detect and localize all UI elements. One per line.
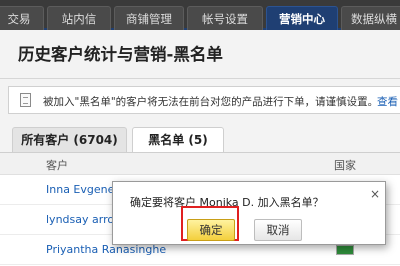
nav-tab-trade[interactable]: 交易: [0, 6, 44, 30]
page-title: 历史客户统计与营销-黑名单: [18, 45, 223, 64]
tab-blacklist[interactable]: 黑名单 (5): [132, 127, 224, 153]
customer-name-link[interactable]: Inna Evgenev: [46, 183, 121, 196]
nav-tab-data-analytics[interactable]: 数据纵横: [341, 6, 400, 30]
document-icon: [20, 93, 31, 107]
top-navigation: 交易 站内信 商铺管理 帐号设置 营销中心 数据纵横: [0, 0, 400, 30]
tab-all-customers[interactable]: 所有客户 (6704): [12, 127, 127, 153]
nav-tab-store-management[interactable]: 商铺管理: [114, 6, 184, 30]
column-header-country: 国家: [334, 159, 356, 172]
nav-tab-account-settings[interactable]: 帐号设置: [187, 6, 263, 30]
country-flag-icon: [336, 245, 354, 255]
cancel-button[interactable]: 取消: [254, 219, 302, 241]
customer-name-link[interactable]: lyndsay arron: [46, 213, 121, 226]
confirm-button[interactable]: 确定: [187, 219, 235, 241]
title-divider: [0, 78, 400, 79]
nav-tab-messages[interactable]: 站内信: [47, 6, 111, 30]
table-header: 客户 国家: [0, 153, 400, 175]
notice-bar: 被加入"黑名单"的客户将无法在前台对您的产品进行下单，请谨慎设置。 查看: [8, 86, 400, 114]
confirm-dialog: 确定要将客户 Monika D. 加入黑名单？ × 确定 取消: [112, 181, 386, 245]
notice-view-link[interactable]: 查看: [377, 94, 398, 109]
column-header-customer: 客户: [46, 159, 68, 172]
close-icon[interactable]: ×: [369, 188, 381, 200]
nav-tab-marketing-center[interactable]: 营销中心: [266, 6, 338, 30]
notice-text: 被加入"黑名单"的客户将无法在前台对您的产品进行下单，请谨慎设置。: [43, 96, 379, 108]
